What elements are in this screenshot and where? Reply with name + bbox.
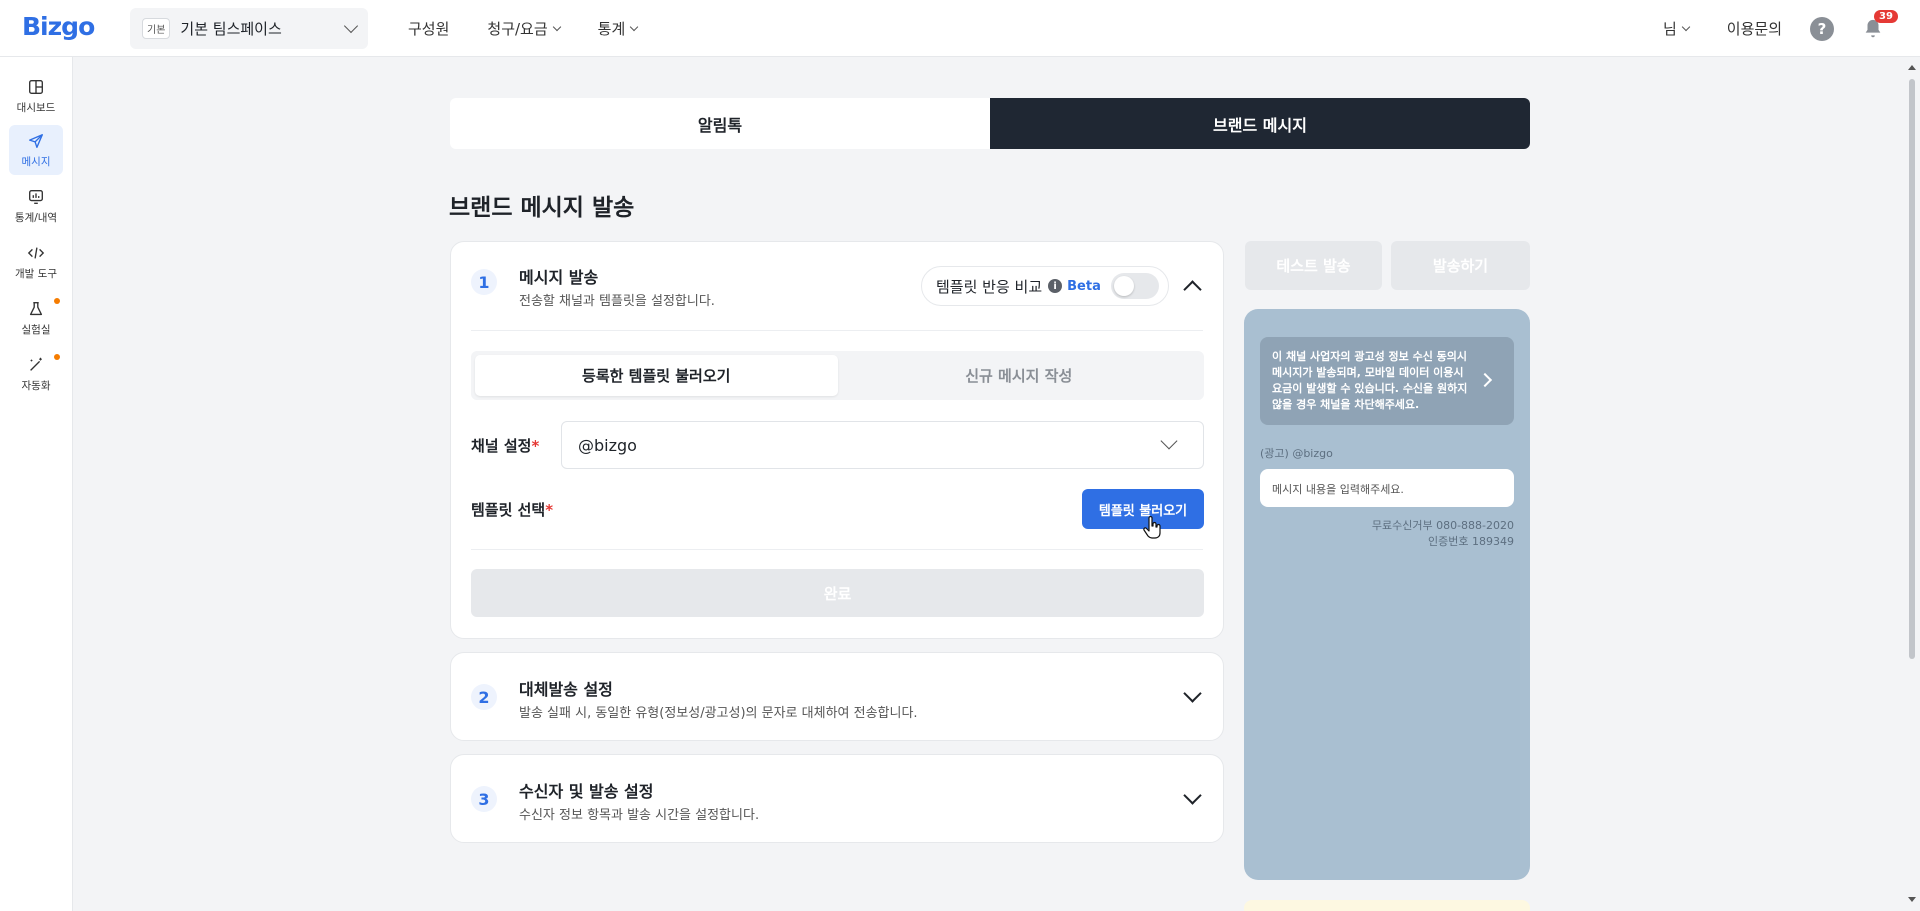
- template-field-label: 템플릿 선택*: [471, 499, 553, 520]
- top-header: Bizgo 기본 기본 팀스페이스 구성원 청구/요금 통계 님 이용문의 ? …: [0, 0, 1920, 57]
- sidebar-label: 개발 도구: [15, 267, 57, 280]
- template-compare-label: 템플릿 반응 비교: [936, 277, 1043, 296]
- dashboard-icon: [29, 79, 43, 94]
- nav-billing-label: 청구/요금: [487, 20, 548, 38]
- header-right: 님 이용문의 ? 39: [1663, 0, 1920, 57]
- tab-new-message[interactable]: 신규 메시지 작성: [838, 355, 1201, 396]
- nav-stats[interactable]: 통계: [597, 18, 639, 39]
- chevron-down-icon: [1681, 22, 1691, 31]
- scroll-thumb[interactable]: [1909, 79, 1915, 659]
- step-description: 발송 실패 시, 동일한 유형(정보성/광고성)의 문자로 대체하여 전송합니다…: [519, 706, 918, 721]
- message-preview: 이 채널 사업자의 광고성 정보 수신 동의시 메시지가 발송되며, 모바일 데…: [1244, 309, 1530, 880]
- step-card-fallback[interactable]: 2 대체발송 설정 발송 실패 시, 동일한 유형(정보성/광고성)의 문자로 …: [450, 652, 1224, 741]
- page-scrollbar[interactable]: [1904, 57, 1920, 911]
- bizgo-logo[interactable]: Bizgo: [22, 12, 95, 41]
- inquiry-link[interactable]: 이용문의: [1727, 18, 1782, 39]
- sidebar-item-lab[interactable]: 실험실: [9, 293, 63, 343]
- workspace-badge: 기본: [142, 18, 171, 39]
- divider: [471, 330, 1203, 331]
- required-mark: *: [531, 437, 540, 455]
- channel-select[interactable]: @bizgo: [561, 421, 1204, 469]
- template-source-tabs: 등록한 템플릿 불러오기 신규 메시지 작성: [471, 351, 1204, 400]
- sidebar-item-dev-tools[interactable]: 개발 도구: [9, 237, 63, 287]
- template-label-text: 템플릿 선택: [471, 501, 546, 519]
- beta-badge: Beta: [1067, 278, 1101, 294]
- chevron-down-icon: [552, 22, 561, 31]
- nav-billing[interactable]: 청구/요금: [487, 18, 561, 39]
- hand-cursor-icon: [1143, 516, 1161, 539]
- sidebar-item-message[interactable]: 메시지: [9, 125, 63, 175]
- expand-chevron-icon[interactable]: [1183, 786, 1202, 805]
- send-button[interactable]: 발송하기: [1391, 241, 1530, 290]
- channel-label-text: 채널 설정: [471, 437, 532, 455]
- preview-sender: (광고) @bizgo: [1260, 447, 1333, 460]
- bottom-notice-strip: [1244, 900, 1530, 911]
- workspace-selector[interactable]: 기본 기본 팀스페이스: [130, 8, 368, 49]
- top-nav: 구성원 청구/요금 통계: [408, 0, 675, 57]
- step-number: 1: [471, 269, 497, 295]
- step-title: 메시지 발송: [519, 268, 599, 287]
- ad-notice-text: 이 채널 사업자의 광고성 정보 수신 동의시 메시지가 발송되며, 모바일 데…: [1272, 350, 1468, 411]
- code-icon: [27, 246, 45, 259]
- sidebar-label: 자동화: [21, 379, 51, 392]
- collapse-chevron-icon[interactable]: [1183, 280, 1202, 299]
- tab-brand-message[interactable]: 브랜드 메시지: [990, 98, 1530, 149]
- channel-select-value: @bizgo: [578, 435, 637, 455]
- sidebar-label: 통계/내역: [14, 211, 58, 224]
- preview-auth-number: 인증번호 189349: [1428, 535, 1514, 548]
- step-title: 대체발송 설정: [519, 680, 613, 699]
- sidebar-item-stats[interactable]: 통계/내역: [9, 181, 63, 231]
- step-description: 전송할 채널과 템플릿을 설정합니다.: [519, 294, 715, 309]
- done-button[interactable]: 완료: [471, 569, 1204, 617]
- page-title: 브랜드 메시지 발송: [449, 195, 635, 221]
- preview-optout: 무료수신거부 080-888-2020: [1371, 519, 1514, 532]
- flask-icon: [29, 301, 43, 315]
- nav-stats-label: 통계: [597, 20, 626, 38]
- nav-members[interactable]: 구성원: [408, 18, 449, 39]
- preview-message-bubble: 메시지 내용을 입력해주세요.: [1260, 469, 1514, 507]
- notification-button[interactable]: 39: [1862, 9, 1898, 40]
- step-title: 수신자 및 발송 설정: [519, 782, 654, 801]
- channel-tabs: 알림톡 브랜드 메시지: [450, 98, 1530, 149]
- divider: [471, 549, 1203, 550]
- template-compare-control: 템플릿 반응 비교 i Beta: [921, 266, 1169, 306]
- user-menu[interactable]: 님: [1662, 18, 1691, 39]
- chevron-down-icon: [343, 18, 359, 34]
- paper-plane-icon: [29, 133, 43, 148]
- required-mark: *: [545, 501, 554, 519]
- info-icon[interactable]: i: [1048, 279, 1063, 293]
- scroll-up-arrow-icon[interactable]: [1908, 65, 1916, 70]
- step-card-message: 1 메시지 발송 전송할 채널과 템플릿을 설정합니다. 템플릿 반응 비교 i…: [450, 241, 1224, 639]
- sidebar-item-dashboard[interactable]: 대시보드: [9, 71, 63, 121]
- left-sidebar: 대시보드 메시지 통계/내역 개발 도구 실험실 자동화: [0, 57, 73, 911]
- workspace-name: 기본 팀스페이스: [180, 20, 282, 38]
- sidebar-item-automation[interactable]: 자동화: [9, 349, 63, 399]
- scroll-down-arrow-icon[interactable]: [1908, 897, 1916, 902]
- sidebar-label: 대시보드: [16, 101, 56, 114]
- test-send-button[interactable]: 테스트 발송: [1245, 241, 1382, 290]
- chevron-down-icon: [630, 22, 639, 31]
- expand-chevron-icon[interactable]: [1183, 684, 1202, 703]
- step-number: 2: [471, 684, 497, 710]
- ad-notice-box: 이 채널 사업자의 광고성 정보 수신 동의시 메시지가 발송되며, 모바일 데…: [1260, 337, 1514, 425]
- nav-members-label: 구성원: [408, 20, 450, 38]
- help-icon[interactable]: ?: [1810, 16, 1834, 41]
- user-name: 님: [1662, 20, 1677, 38]
- step-description: 수신자 정보 항목과 발송 시간을 설정합니다.: [519, 808, 760, 823]
- magic-wand-icon: [30, 357, 42, 371]
- new-indicator-dot: [54, 298, 60, 304]
- tab-load-template[interactable]: 등록한 템플릿 불러오기: [475, 355, 838, 396]
- chart-icon: [29, 189, 43, 204]
- notification-badge: 39: [1874, 9, 1898, 23]
- sidebar-label: 실험실: [21, 323, 51, 336]
- chevron-down-icon: [1160, 432, 1178, 450]
- channel-field-label: 채널 설정*: [471, 435, 539, 456]
- step-card-recipients[interactable]: 3 수신자 및 발송 설정 수신자 정보 항목과 발송 시간을 설정합니다.: [450, 754, 1224, 843]
- sidebar-label: 메시지: [21, 155, 51, 168]
- chevron-right-icon: [1477, 372, 1493, 388]
- tab-alimtalk[interactable]: 알림톡: [450, 98, 990, 149]
- template-compare-toggle[interactable]: [1110, 273, 1159, 299]
- step-number: 3: [471, 786, 497, 812]
- new-indicator-dot: [54, 354, 60, 360]
